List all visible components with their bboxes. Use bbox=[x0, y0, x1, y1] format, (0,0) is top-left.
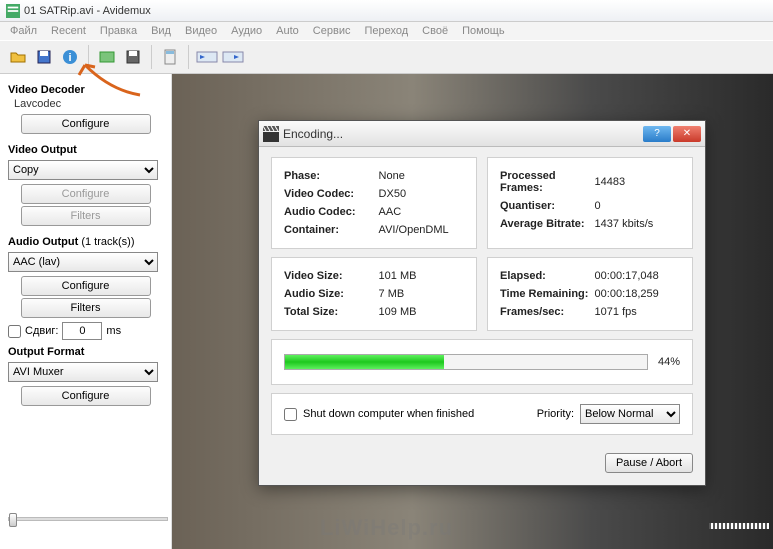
picture-button[interactable] bbox=[95, 45, 119, 69]
window-title: 01 SATRip.avi - Avidemux bbox=[24, 5, 151, 17]
app-icon bbox=[6, 4, 20, 18]
video-decoder-heading: Video Decoder bbox=[8, 84, 163, 96]
timeline-slider[interactable] bbox=[8, 517, 168, 521]
shift-unit: ms bbox=[106, 325, 121, 337]
video-output-select[interactable]: Copy bbox=[8, 160, 158, 180]
output-format-configure-button[interactable]: Configure bbox=[21, 386, 151, 406]
dialog-close-button[interactable]: ✕ bbox=[673, 126, 701, 142]
size-box: Video Size:101 MB Audio Size:7 MB Total … bbox=[271, 257, 477, 331]
play-range-button[interactable] bbox=[195, 45, 219, 69]
menu-service[interactable]: Сервис bbox=[313, 25, 351, 37]
codec-info-box: Phase:None Video Codec:DX50 Audio Codec:… bbox=[271, 157, 477, 249]
menu-help[interactable]: Помощь bbox=[462, 25, 505, 37]
window-titlebar: 01 SATRip.avi - Avidemux bbox=[0, 0, 773, 22]
play-button[interactable] bbox=[221, 45, 245, 69]
svg-text:i: i bbox=[68, 52, 71, 64]
menubar: Файл Recent Правка Вид Видео Аудио Auto … bbox=[0, 22, 773, 40]
menu-custom[interactable]: Своё bbox=[422, 25, 448, 37]
priority-select[interactable]: Below Normal bbox=[580, 404, 680, 424]
time-box: Elapsed:00:00:17,048 Time Remaining:00:0… bbox=[487, 257, 693, 331]
calculator-button[interactable] bbox=[158, 45, 182, 69]
open-button[interactable] bbox=[6, 45, 30, 69]
progress-fill bbox=[285, 355, 444, 369]
menu-edit[interactable]: Правка bbox=[100, 25, 137, 37]
output-format-select[interactable]: AVI Muxer bbox=[8, 362, 158, 382]
video-output-configure-button[interactable]: Configure bbox=[21, 184, 151, 204]
save2-button[interactable] bbox=[121, 45, 145, 69]
dialog-titlebar[interactable]: Encoding... ? ✕ bbox=[259, 121, 705, 147]
toolbar-separator bbox=[88, 45, 89, 69]
menu-go[interactable]: Переход bbox=[364, 25, 408, 37]
watermark: LiWiHelp.ru bbox=[320, 515, 453, 541]
menu-file[interactable]: Файл bbox=[10, 25, 37, 37]
progress-percent: 44% bbox=[658, 356, 680, 368]
shift-label: Сдвиг: bbox=[25, 325, 58, 337]
options-box: Shut down computer when finished Priorit… bbox=[271, 393, 693, 435]
dialog-title: Encoding... bbox=[279, 127, 643, 141]
output-format-heading: Output Format bbox=[8, 346, 163, 358]
frame-stats-box: Processed Frames:14483 Quantiser:0 Avera… bbox=[487, 157, 693, 249]
audio-output-heading: Audio Output (1 track(s)) bbox=[8, 236, 163, 248]
audio-output-select[interactable]: AAC (lav) bbox=[8, 252, 158, 272]
pause-abort-button[interactable]: Pause / Abort bbox=[605, 453, 693, 473]
toolbar-separator bbox=[188, 45, 189, 69]
info-button[interactable]: i bbox=[58, 45, 82, 69]
menu-video[interactable]: Видео bbox=[185, 25, 217, 37]
dialog-help-button[interactable]: ? bbox=[643, 126, 671, 142]
toolbar-separator bbox=[151, 45, 152, 69]
encoding-dialog: Encoding... ? ✕ Phase:None Video Codec:D… bbox=[258, 120, 706, 486]
menu-recent[interactable]: Recent bbox=[51, 25, 86, 37]
video-output-filters-button[interactable]: Filters bbox=[21, 206, 151, 226]
film-strip-icon bbox=[709, 523, 769, 529]
shutdown-label: Shut down computer when finished bbox=[303, 408, 474, 420]
shutdown-checkbox[interactable] bbox=[284, 408, 297, 421]
progress-bar bbox=[284, 354, 648, 370]
save-button[interactable] bbox=[32, 45, 56, 69]
shift-input[interactable] bbox=[62, 322, 102, 340]
video-decoder-configure-button[interactable]: Configure bbox=[21, 114, 151, 134]
slider-thumb[interactable] bbox=[9, 513, 17, 527]
menu-auto[interactable]: Auto bbox=[276, 25, 299, 37]
menu-view[interactable]: Вид bbox=[151, 25, 171, 37]
menu-audio[interactable]: Аудио bbox=[231, 25, 262, 37]
video-output-heading: Video Output bbox=[8, 144, 163, 156]
sidebar: Video Decoder Lavcodec Configure Video O… bbox=[0, 74, 172, 549]
audio-output-configure-button[interactable]: Configure bbox=[21, 276, 151, 296]
clapper-icon bbox=[263, 126, 279, 142]
toolbar: i bbox=[0, 40, 773, 74]
priority-label: Priority: bbox=[537, 408, 574, 420]
progress-box: 44% bbox=[271, 339, 693, 385]
video-decoder-codec: Lavcodec bbox=[14, 98, 163, 110]
shift-checkbox[interactable] bbox=[8, 325, 21, 338]
audio-output-filters-button[interactable]: Filters bbox=[21, 298, 151, 318]
